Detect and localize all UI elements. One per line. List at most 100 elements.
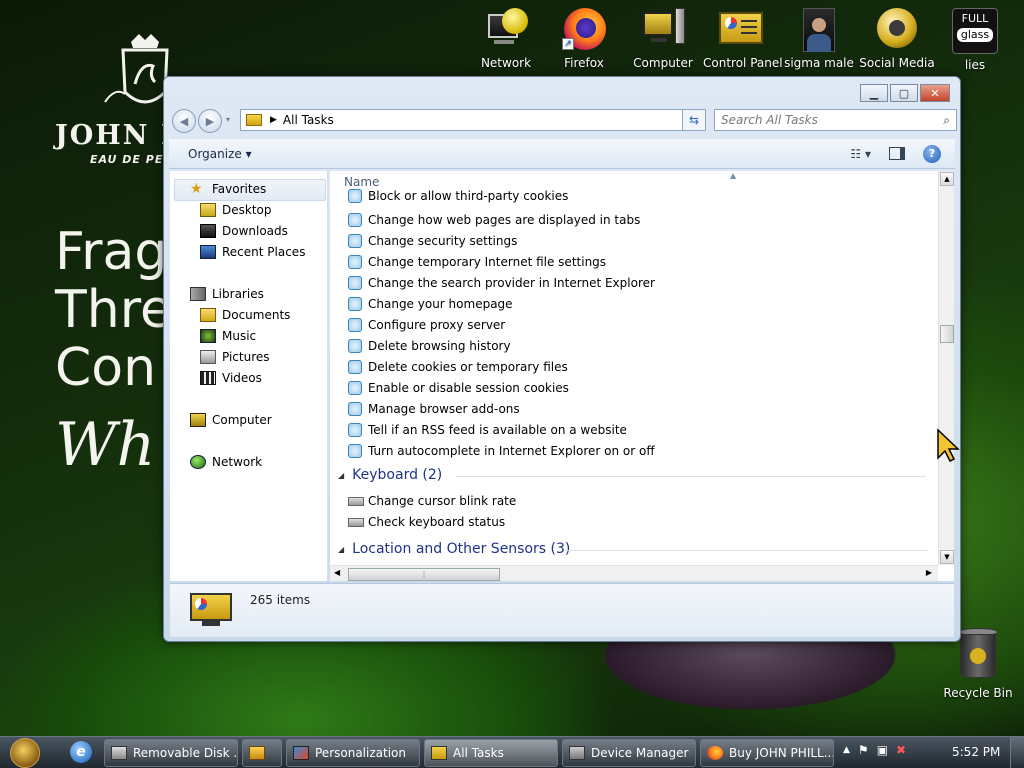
recycle-bin-label: Recycle Bin bbox=[943, 686, 1013, 700]
nav-music[interactable]: Music bbox=[200, 329, 256, 343]
action-center-flag-icon[interactable]: ⚑ bbox=[858, 743, 869, 757]
nav-favorites[interactable]: ★ Favorites bbox=[190, 182, 266, 196]
star-icon: ★ bbox=[190, 181, 203, 197]
clock[interactable]: 5:52 PM bbox=[952, 745, 1000, 759]
horizontal-scrollbar[interactable]: ◀ ⦙ ▶ bbox=[330, 565, 938, 581]
task-link-icon bbox=[348, 318, 362, 332]
group-header-location-sensors[interactable]: ◢ Location and Other Sensors (3) bbox=[338, 541, 928, 557]
control-panel-icon bbox=[190, 593, 232, 627]
list-item[interactable]: Configure proxy server bbox=[348, 315, 505, 335]
desktop-icon-computer[interactable]: Computer bbox=[625, 8, 701, 70]
task-link-icon bbox=[348, 402, 362, 416]
search-box[interactable]: Search All Tasks ⌕ bbox=[714, 109, 957, 131]
preview-pane-button[interactable] bbox=[889, 147, 905, 160]
minimize-button[interactable]: ▁ bbox=[860, 84, 888, 102]
taskbar-button-all-tasks[interactable]: All Tasks bbox=[424, 739, 558, 767]
vertical-scroll-thumb[interactable] bbox=[940, 325, 954, 343]
list-item[interactable]: Turn autocomplete in Internet Explorer o… bbox=[348, 441, 655, 461]
list-item[interactable]: Manage browser add-ons bbox=[348, 399, 520, 419]
desktop-icon-sigma-male[interactable]: sigma male bbox=[781, 8, 857, 70]
nav-pictures[interactable]: Pictures bbox=[200, 350, 270, 364]
help-button[interactable]: ? bbox=[923, 144, 941, 163]
desktop-icon-control-panel[interactable]: Control Panel bbox=[703, 8, 783, 70]
nav-computer[interactable]: Computer bbox=[190, 413, 272, 427]
list-item[interactable]: Tell if an RSS feed is available on a we… bbox=[348, 420, 627, 440]
scroll-right-button[interactable]: ▶ bbox=[926, 568, 932, 577]
taskbar-button-device-manager[interactable]: Device Manager bbox=[562, 739, 696, 767]
refresh-button[interactable]: ⇆ bbox=[682, 109, 706, 131]
list-item[interactable]: Block or allow third-party cookies bbox=[348, 189, 568, 203]
task-link-icon bbox=[348, 339, 362, 353]
taskbar-button-firefox[interactable]: Buy JOHN PHILL... bbox=[700, 739, 834, 767]
task-link-icon bbox=[348, 297, 362, 311]
column-header-name[interactable]: Name bbox=[344, 175, 379, 189]
desktop-icon-lies[interactable]: FULL glass lies bbox=[937, 8, 1013, 72]
horizontal-scroll-thumb[interactable]: ⦙ bbox=[348, 568, 500, 581]
start-button[interactable] bbox=[10, 738, 40, 768]
nav-desktop[interactable]: Desktop bbox=[200, 203, 272, 217]
search-icon[interactable]: ⌕ bbox=[943, 113, 950, 128]
back-button[interactable]: ◀ bbox=[172, 109, 196, 133]
group-header-keyboard[interactable]: ◢ Keyboard (2) bbox=[338, 467, 926, 483]
pictures-icon bbox=[200, 350, 216, 364]
navigation-pane: ★ Favorites Desktop Downloads Recent Pla… bbox=[170, 171, 328, 581]
show-desktop-button[interactable] bbox=[1010, 737, 1024, 768]
scroll-left-button[interactable]: ◀ bbox=[334, 568, 340, 577]
videos-icon bbox=[200, 371, 216, 385]
list-item[interactable]: Check keyboard status bbox=[348, 512, 505, 532]
list-item[interactable]: Change how web pages are displayed in ta… bbox=[348, 210, 640, 230]
music-icon bbox=[200, 329, 216, 343]
list-item[interactable]: Change cursor blink rate bbox=[348, 491, 516, 511]
taskbar-button-media-player[interactable] bbox=[242, 739, 282, 767]
nav-libraries[interactable]: Libraries bbox=[190, 287, 264, 301]
firefox-icon: ↗ bbox=[562, 8, 606, 52]
taskbar-button-personalization[interactable]: Personalization bbox=[286, 739, 420, 767]
recent-pages-dropdown[interactable]: ▾ bbox=[226, 115, 230, 124]
list-item[interactable]: Change temporary Internet file settings bbox=[348, 252, 606, 272]
desktop-icon-network[interactable]: Network bbox=[468, 8, 544, 70]
control-panel-icon bbox=[719, 8, 763, 52]
nav-documents[interactable]: Documents bbox=[200, 308, 290, 322]
list-item[interactable]: Delete browsing history bbox=[348, 336, 511, 356]
all-tasks-window: ▁ ▢ ✕ ◀ ▶ ▾ ▶ All Tasks ▼ ⇆ Search All T… bbox=[163, 76, 961, 642]
task-link-icon bbox=[348, 255, 362, 269]
nav-recent-places[interactable]: Recent Places bbox=[200, 245, 305, 259]
computer-icon bbox=[190, 413, 206, 427]
maximize-button[interactable]: ▢ bbox=[890, 84, 918, 102]
taskbar-button-removable-disk[interactable]: Removable Disk ... bbox=[104, 739, 238, 767]
icon-badge-text: FULL bbox=[961, 12, 989, 25]
vertical-scrollbar[interactable]: ▲ ▼ bbox=[938, 171, 954, 565]
network-icon bbox=[190, 455, 206, 469]
network-globe-icon bbox=[484, 8, 528, 52]
task-link-icon bbox=[348, 234, 362, 248]
desktop-icon-firefox[interactable]: ↗ Firefox bbox=[546, 8, 622, 70]
volume-muted-icon[interactable]: ✖ bbox=[896, 743, 906, 757]
scroll-up-button[interactable]: ▲ bbox=[940, 172, 954, 186]
breadcrumb-chevron-icon[interactable]: ▶ bbox=[270, 115, 277, 125]
group-divider bbox=[456, 476, 926, 477]
list-item[interactable]: Change the search provider in Internet E… bbox=[348, 273, 655, 293]
desktop-icon-social-media[interactable]: Social Media bbox=[859, 8, 935, 70]
list-item[interactable]: Enable or disable session cookies bbox=[348, 378, 569, 398]
close-button[interactable]: ✕ bbox=[920, 84, 950, 102]
network-status-icon[interactable]: ▣ bbox=[877, 743, 888, 757]
wallpaper-word: Wh bbox=[55, 410, 156, 480]
nav-network[interactable]: Network bbox=[190, 455, 262, 469]
show-hidden-icons-button[interactable]: ▲ bbox=[843, 745, 850, 755]
change-view-button[interactable]: ☷ ▾ bbox=[850, 147, 871, 161]
downloads-icon bbox=[200, 224, 216, 238]
documents-icon bbox=[200, 308, 216, 322]
internet-explorer-icon[interactable]: e bbox=[70, 741, 92, 763]
organize-menu-button[interactable]: Organize ▾ bbox=[188, 147, 252, 161]
list-item[interactable]: Change your homepage bbox=[348, 294, 513, 314]
nav-videos[interactable]: Videos bbox=[200, 371, 262, 385]
list-item[interactable]: Delete cookies or temporary files bbox=[348, 357, 568, 377]
keyboard-icon bbox=[348, 517, 364, 527]
forward-button[interactable]: ▶ bbox=[198, 109, 222, 133]
breadcrumb-location[interactable]: All Tasks bbox=[283, 113, 687, 127]
scroll-down-button[interactable]: ▼ bbox=[940, 550, 954, 564]
address-bar[interactable]: ▶ All Tasks ▼ bbox=[240, 109, 706, 131]
nav-downloads[interactable]: Downloads bbox=[200, 224, 288, 238]
keyboard-icon bbox=[348, 496, 364, 506]
list-item[interactable]: Change security settings bbox=[348, 231, 517, 251]
